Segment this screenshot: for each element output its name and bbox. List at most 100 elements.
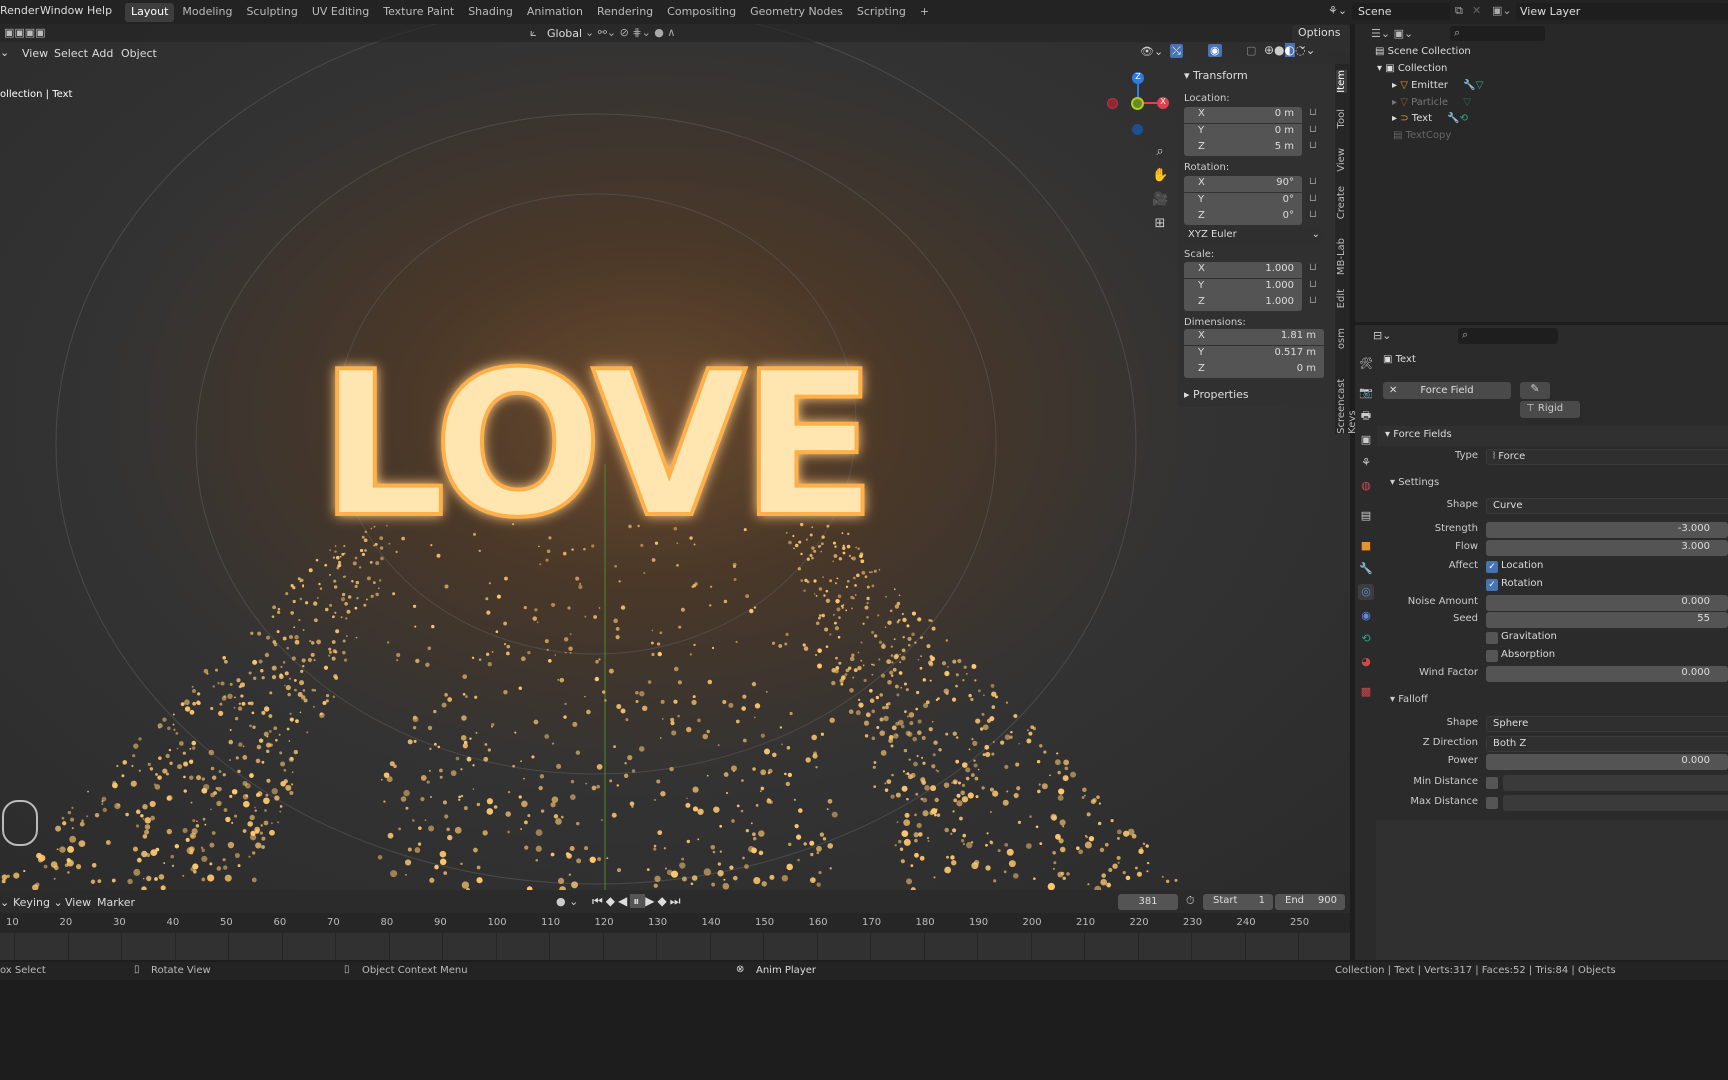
lock-icon[interactable]: ⊔	[1309, 140, 1317, 151]
menu-help[interactable]: Help	[87, 4, 112, 17]
visibility-icon[interactable]: 👁⌄	[1140, 45, 1163, 58]
tab-shading[interactable]: Shading	[462, 3, 519, 22]
menu-add[interactable]: Add	[92, 47, 113, 60]
navigation-gizmo[interactable]: Z X	[1105, 72, 1175, 142]
scene-icon[interactable]: ⚘⌄	[1328, 4, 1347, 17]
wind-factor-field[interactable]: 0.000	[1486, 666, 1728, 682]
lock-icon[interactable]: ⊔	[1309, 193, 1317, 204]
3d-viewport[interactable]: LOVE ▣▣▣▣ ⟀ Global ⌄ ⚯⌄ ⊘ ⋕⌄ ● ∧ Options…	[0, 24, 1350, 890]
dimensions-z-field[interactable]: Z 0 m	[1184, 362, 1324, 379]
editor-type-icon[interactable]: ⌄	[0, 896, 9, 909]
properties-search[interactable]: ⌕	[1458, 328, 1558, 344]
max-distance-field[interactable]: 0	[1503, 795, 1728, 811]
lock-icon[interactable]: ⊔	[1309, 124, 1317, 135]
scene-selector[interactable]: Scene	[1352, 3, 1450, 20]
output-icon[interactable]: 🖶	[1358, 408, 1374, 424]
start-frame-field[interactable]: Start 1	[1203, 894, 1273, 910]
tab-geometry-nodes[interactable]: Geometry Nodes	[744, 3, 849, 22]
location-z-field[interactable]: Z 5 m	[1184, 140, 1302, 157]
min-distance-checkbox[interactable]	[1486, 777, 1498, 789]
camera-icon[interactable]: 🎥	[1152, 188, 1168, 212]
properties-header[interactable]: ▸ Properties	[1184, 388, 1249, 401]
location-x-field[interactable]: X 0 m	[1184, 107, 1302, 123]
dimensions-x-field[interactable]: X 1.81 m	[1184, 329, 1324, 345]
power-field[interactable]: 0.000	[1486, 754, 1728, 770]
collection-row[interactable]: ▾ ▣ Collection	[1377, 63, 1447, 74]
zoom-icon[interactable]: ⌕	[1152, 140, 1168, 164]
scale-z-field[interactable]: Z 1.000	[1184, 295, 1302, 312]
pivot-snap-icons[interactable]: ⌄ ⚯⌄ ⊘ ⋕⌄ ● ∧	[585, 26, 675, 39]
sidebar-tab-tool[interactable]: Tool	[1336, 109, 1347, 128]
outliner-item-text[interactable]: ▸ ⊃ Text 🔧⟲	[1392, 113, 1468, 124]
overlay-toggle-icon[interactable]: ◉	[1208, 44, 1222, 57]
menu-window[interactable]: Window	[40, 4, 83, 17]
sidebar-tab-view[interactable]: View	[1336, 148, 1347, 172]
outliner-item-emitter[interactable]: ▸ ▽ Emitter 🔧▽	[1392, 80, 1483, 91]
sidebar-tab-mb-lab[interactable]: MB-Lab	[1336, 238, 1347, 275]
tab-compositing[interactable]: Compositing	[661, 3, 742, 22]
orientation-dropdown[interactable]: Global	[547, 27, 582, 40]
playback-controls[interactable]: ⏮◆◀ ⏸ ▶◆⏭	[592, 894, 684, 909]
seed-field[interactable]: 55	[1486, 612, 1728, 628]
tab-scripting[interactable]: Scripting	[851, 3, 912, 22]
grid-view-icon[interactable]: ⊞	[1152, 212, 1168, 236]
end-frame-field[interactable]: End 900	[1275, 894, 1345, 910]
settings-header[interactable]: ▾ Settings	[1390, 477, 1439, 488]
tab-animation[interactable]: Animation	[521, 3, 589, 22]
record-button[interactable]: ● ⌄	[556, 895, 578, 908]
lock-icon[interactable]: ⊔	[1309, 107, 1317, 118]
affect-rotation-checkbox[interactable]: ✓	[1486, 579, 1498, 591]
lock-icon[interactable]: ⊔	[1309, 295, 1317, 306]
shading-modes[interactable]: ⊕●◐◌⌄	[1264, 43, 1316, 57]
view-layer-icon[interactable]: ▣⌄	[1492, 4, 1512, 17]
noise-amount-field[interactable]: 0.000	[1486, 595, 1728, 611]
menu-view[interactable]: View	[22, 47, 48, 60]
display-mode-icon[interactable]: ☰⌄ ▣⌄	[1371, 27, 1413, 40]
material-preview-icon[interactable]: ◐	[1284, 43, 1296, 57]
current-frame-field[interactable]: 381	[1118, 894, 1178, 910]
sidebar-tab-create[interactable]: Create	[1336, 186, 1347, 219]
gizmo-y[interactable]	[1131, 97, 1144, 110]
constraints-icon[interactable]: ⟲	[1358, 631, 1374, 647]
rotation-x-field[interactable]: X 90°	[1184, 176, 1302, 192]
flow-field[interactable]: 3.000	[1486, 540, 1728, 556]
gizmo-z[interactable]: Z	[1132, 72, 1144, 84]
lock-icon[interactable]: ⊔	[1309, 176, 1317, 187]
rigid-body-button[interactable]: ⊤ Rigid	[1520, 401, 1580, 418]
rotation-mode-dropdown[interactable]: XYZ Euler ⌄	[1184, 228, 1324, 244]
texture-icon[interactable]: ▩	[1358, 684, 1374, 700]
tab-texture-paint[interactable]: Texture Paint	[377, 3, 460, 22]
scale-x-field[interactable]: X 1.000	[1184, 262, 1302, 278]
lock-icon[interactable]: ⊔	[1309, 262, 1317, 273]
location-y-field[interactable]: Y 0 m	[1184, 123, 1302, 140]
z-direction-dropdown[interactable]: Both Z	[1486, 736, 1728, 752]
falloff-shape-dropdown[interactable]: Sphere	[1486, 716, 1728, 732]
remove-force-field-button[interactable]: ✕ Force Field	[1383, 382, 1511, 399]
force-fields-header[interactable]: ▾ Force Fields	[1377, 426, 1728, 446]
outliner-search[interactable]: ⌕	[1450, 26, 1545, 41]
tab-modeling[interactable]: Modeling	[176, 3, 238, 22]
scene-collection-row[interactable]: ▤ Scene Collection	[1375, 46, 1471, 57]
tab-rendering[interactable]: Rendering	[591, 3, 659, 22]
pan-hand-icon[interactable]: ✋	[1152, 164, 1168, 188]
lock-icon[interactable]: ⊔	[1309, 209, 1317, 220]
dimensions-y-field[interactable]: Y 0.517 m	[1184, 345, 1324, 362]
strength-field[interactable]: -3.000	[1486, 522, 1728, 538]
view-layer-selector[interactable]: View Layer	[1516, 3, 1728, 20]
timeline-track[interactable]	[0, 933, 1350, 960]
affect-location-checkbox[interactable]: ✓	[1486, 561, 1498, 573]
world-icon[interactable]: ◍	[1358, 478, 1374, 494]
view-layer-icon[interactable]: ▣	[1358, 432, 1374, 448]
collection-icon[interactable]: ▤	[1358, 508, 1374, 524]
outliner-item-textcopy[interactable]: ▤ TextCopy	[1393, 130, 1451, 141]
editor-type-icon[interactable]: ⌄	[0, 46, 9, 59]
gizmo-toggle-icon[interactable]: ⤯	[1170, 44, 1183, 58]
sidebar-tab-edit[interactable]: Edit	[1336, 289, 1347, 308]
editor-type-icon[interactable]: ⊟⌄	[1373, 329, 1391, 342]
tool-icon[interactable]: 🛠	[1358, 356, 1374, 372]
xray-icon[interactable]: ▢	[1246, 44, 1256, 57]
falloff-header[interactable]: ▾ Falloff	[1390, 694, 1428, 705]
sidebar-tab-item[interactable]: Item	[1336, 70, 1347, 93]
pause-button[interactable]: ⏸	[630, 894, 646, 908]
gizmo-x[interactable]: X	[1157, 97, 1169, 109]
